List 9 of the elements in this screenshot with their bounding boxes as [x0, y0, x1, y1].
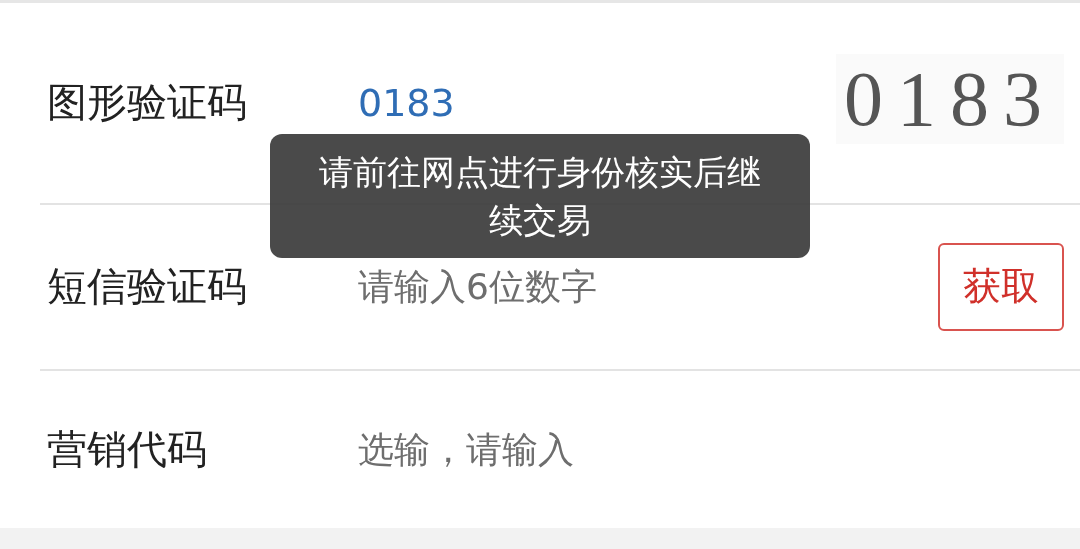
get-code-button[interactable]: 获取 [938, 242, 1064, 331]
field-label: 营销代码 [47, 425, 208, 475]
field-label: 短信验证码 [47, 262, 248, 312]
sms-code-field[interactable]: 请输入6位数字 [358, 266, 938, 308]
captcha-image[interactable]: 0183 [836, 53, 1064, 144]
field-label: 图形验证码 [47, 78, 248, 128]
marketing-code-field[interactable]: 选输，请输入 [358, 429, 1064, 471]
message-toast: 请前往网点进行身份核实后继续交易 [270, 134, 810, 258]
captcha-value: 0183 [358, 80, 455, 125]
